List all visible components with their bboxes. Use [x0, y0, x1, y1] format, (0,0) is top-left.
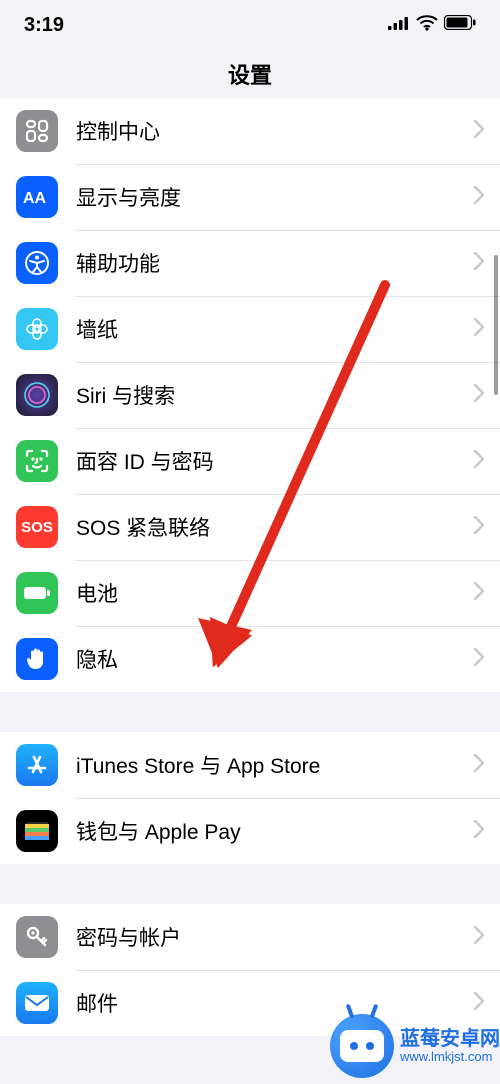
row-label: 辅助功能	[76, 248, 474, 278]
watermark-logo-icon	[330, 1014, 394, 1078]
row-label: SOS 紧急联络	[76, 512, 474, 542]
page-title: 设置	[0, 50, 500, 104]
row-control-center[interactable]: 控制中心	[0, 98, 500, 164]
row-accessibility[interactable]: 辅助功能	[0, 230, 500, 296]
chevron-right-icon	[474, 754, 484, 777]
faceid-icon	[16, 440, 58, 482]
chevron-right-icon	[474, 252, 484, 275]
battery-row-icon	[16, 572, 58, 614]
group-gap	[0, 864, 500, 904]
row-display[interactable]: AA 显示与亮度	[0, 164, 500, 230]
row-label: 隐私	[76, 644, 474, 674]
svg-text:AA: AA	[23, 190, 47, 207]
siri-icon	[16, 374, 58, 416]
chevron-right-icon	[474, 582, 484, 605]
status-indicators	[388, 15, 476, 36]
chevron-right-icon	[474, 384, 484, 407]
row-passwords[interactable]: 密码与帐户	[0, 904, 500, 970]
chevron-right-icon	[474, 992, 484, 1015]
row-sos[interactable]: SOS SOS 紧急联络	[0, 494, 500, 560]
scroll-indicator	[494, 255, 498, 395]
group-gap	[0, 692, 500, 732]
sos-icon: SOS	[16, 506, 58, 548]
row-battery[interactable]: 电池	[0, 560, 500, 626]
accessibility-icon	[16, 242, 58, 284]
settings-group-1: 控制中心 AA 显示与亮度 辅助功能 墙纸	[0, 98, 500, 692]
row-label: 面容 ID 与密码	[76, 446, 474, 476]
row-label: iTunes Store 与 App Store	[76, 750, 474, 780]
status-time: 3:19	[24, 14, 64, 37]
key-icon	[16, 916, 58, 958]
wallet-icon	[16, 810, 58, 852]
row-siri[interactable]: Siri 与搜索	[0, 362, 500, 428]
watermark-title: 蓝莓安卓网	[400, 1028, 500, 1050]
chevron-right-icon	[474, 450, 484, 473]
row-label: 显示与亮度	[76, 182, 474, 212]
row-wallpaper[interactable]: 墙纸	[0, 296, 500, 362]
row-label: 控制中心	[76, 116, 474, 146]
status-bar: 3:19	[0, 0, 500, 50]
row-itunes[interactable]: iTunes Store 与 App Store	[0, 732, 500, 798]
wifi-icon	[416, 15, 438, 36]
chevron-right-icon	[474, 318, 484, 341]
chevron-right-icon	[474, 820, 484, 843]
chevron-right-icon	[474, 186, 484, 209]
chevron-right-icon	[474, 120, 484, 143]
display-icon: AA	[16, 176, 58, 218]
row-label: 电池	[76, 578, 474, 608]
watermark-url: www.lmkjst.com	[400, 1050, 500, 1064]
row-wallet[interactable]: 钱包与 Apple Pay	[0, 798, 500, 864]
battery-icon	[444, 15, 476, 35]
row-label: 墙纸	[76, 314, 474, 344]
wallpaper-icon	[16, 308, 58, 350]
row-label: 钱包与 Apple Pay	[76, 816, 474, 846]
row-privacy[interactable]: 隐私	[0, 626, 500, 692]
mail-icon	[16, 982, 58, 1024]
cellular-signal-icon	[388, 16, 410, 35]
appstore-icon	[16, 744, 58, 786]
control-center-icon	[16, 110, 58, 152]
row-faceid[interactable]: 面容 ID 与密码	[0, 428, 500, 494]
chevron-right-icon	[474, 648, 484, 671]
settings-group-2: iTunes Store 与 App Store 钱包与 Apple Pay	[0, 732, 500, 864]
row-label: Siri 与搜索	[76, 380, 474, 410]
chevron-right-icon	[474, 926, 484, 949]
watermark: 蓝莓安卓网 www.lmkjst.com	[330, 1014, 500, 1078]
row-label: 密码与帐户	[76, 922, 474, 952]
chevron-right-icon	[474, 516, 484, 539]
